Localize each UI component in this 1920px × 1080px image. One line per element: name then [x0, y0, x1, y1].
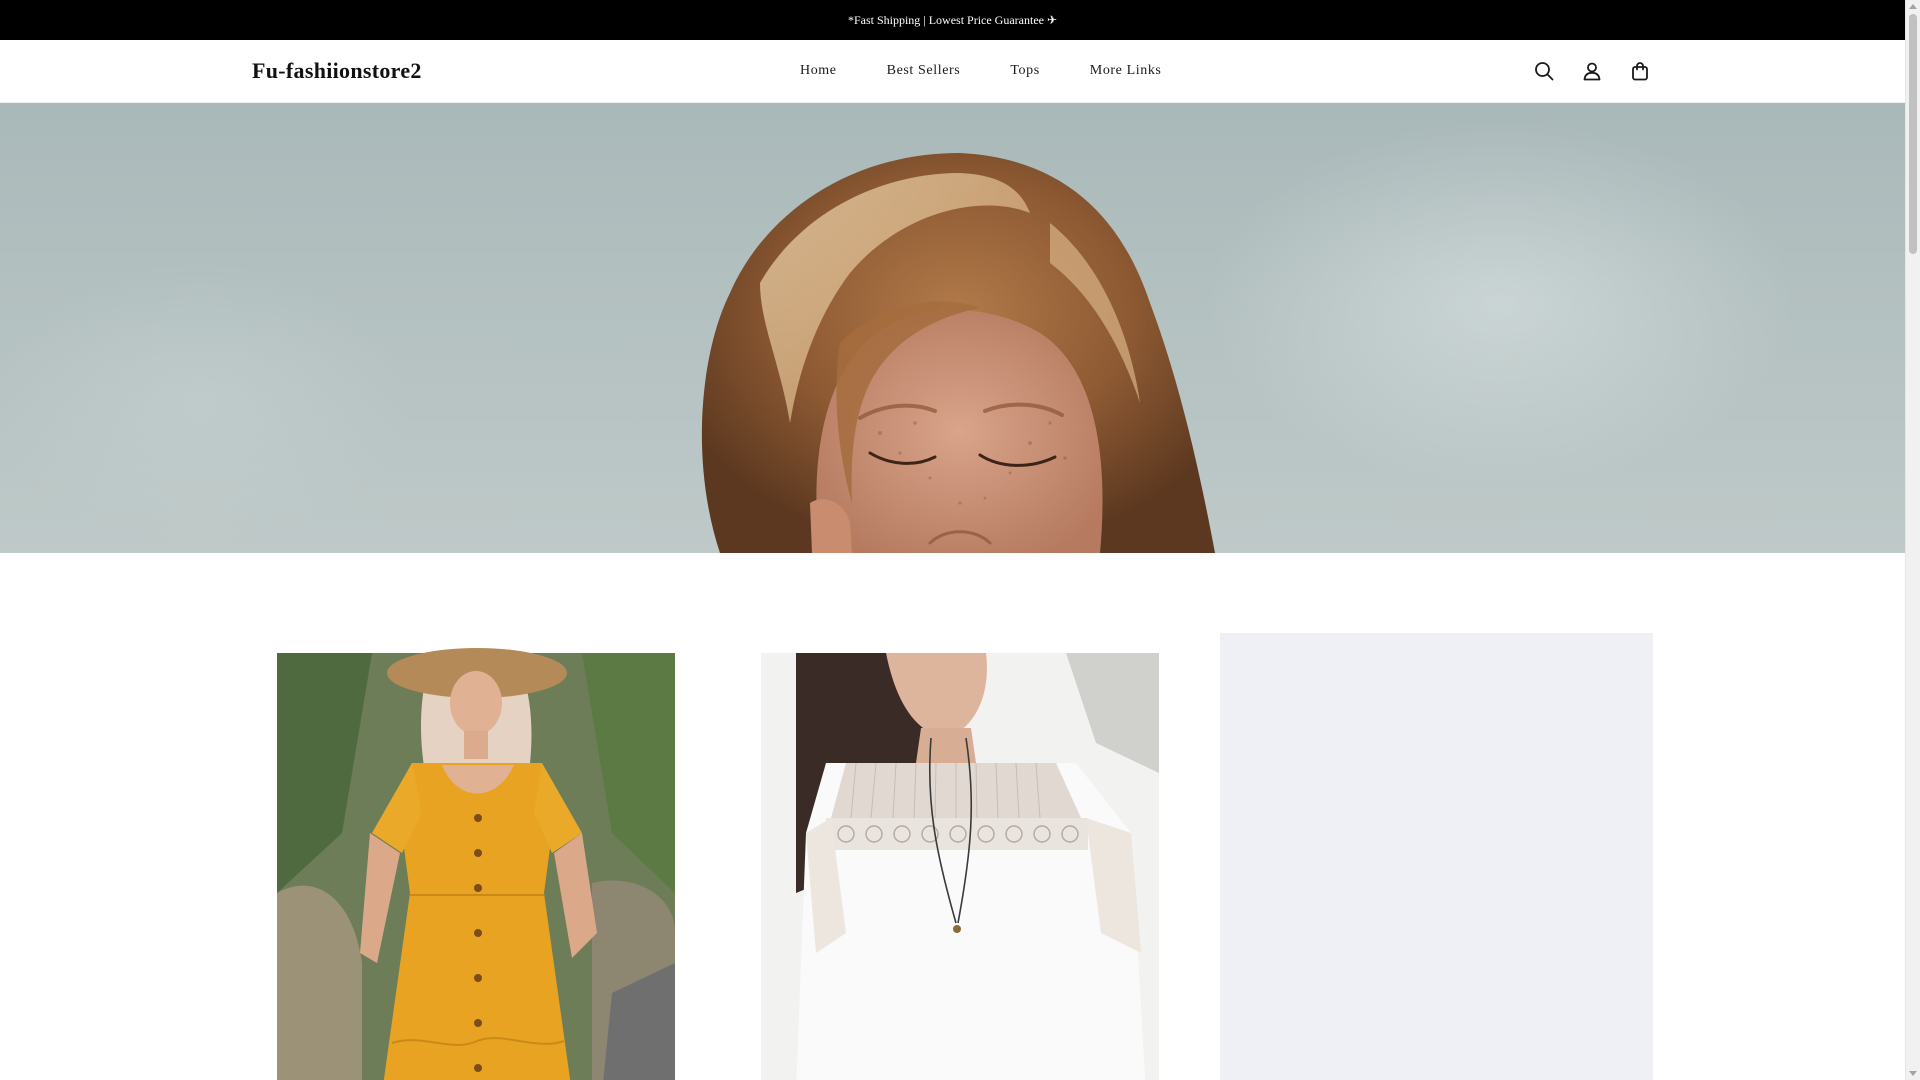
- storefront-page: *Fast Shipping | Lowest Price Guarantee …: [0, 0, 1905, 1080]
- product-card-white-lace-top[interactable]: [736, 633, 1169, 1080]
- store-logo[interactable]: Fu-fashiionstore2: [252, 58, 422, 84]
- nav-more-links[interactable]: More Links: [1065, 63, 1187, 79]
- announcement-bar: *Fast Shipping | Lowest Price Guarantee …: [0, 0, 1905, 40]
- browser-viewport: *Fast Shipping | Lowest Price Guarantee …: [0, 0, 1920, 1080]
- nav-tops[interactable]: Tops: [985, 63, 1064, 79]
- product-grid: [252, 633, 1653, 1080]
- nav-best-sellers[interactable]: Best Sellers: [862, 63, 986, 79]
- product-card-yellow-dress[interactable]: [252, 633, 685, 1080]
- main-nav: Home Best Sellers Tops More Links: [775, 63, 1186, 79]
- page-scrollbar[interactable]: [1905, 0, 1920, 1080]
- hero-banner: [0, 103, 1905, 553]
- hero-portrait-image: [701, 153, 1215, 553]
- scrollbar-thumb[interactable]: [1909, 14, 1917, 254]
- product-image-yellow-dress: [277, 648, 675, 1080]
- site-header: Fu-fashiionstore2 Home Best Sellers Tops…: [0, 40, 1905, 103]
- product-image-white-lace-top: [761, 653, 1159, 1080]
- header-actions: [1532, 59, 1652, 83]
- scroll-down-arrow-icon[interactable]: [1909, 1071, 1917, 1076]
- product-card-placeholder[interactable]: [1220, 633, 1653, 1080]
- announcement-text: *Fast Shipping | Lowest Price Guarantee …: [847, 12, 1058, 27]
- cart-icon[interactable]: [1628, 59, 1652, 83]
- nav-home[interactable]: Home: [775, 63, 862, 79]
- scroll-up-arrow-icon[interactable]: [1909, 4, 1917, 9]
- account-icon[interactable]: [1580, 59, 1604, 83]
- search-icon[interactable]: [1532, 59, 1556, 83]
